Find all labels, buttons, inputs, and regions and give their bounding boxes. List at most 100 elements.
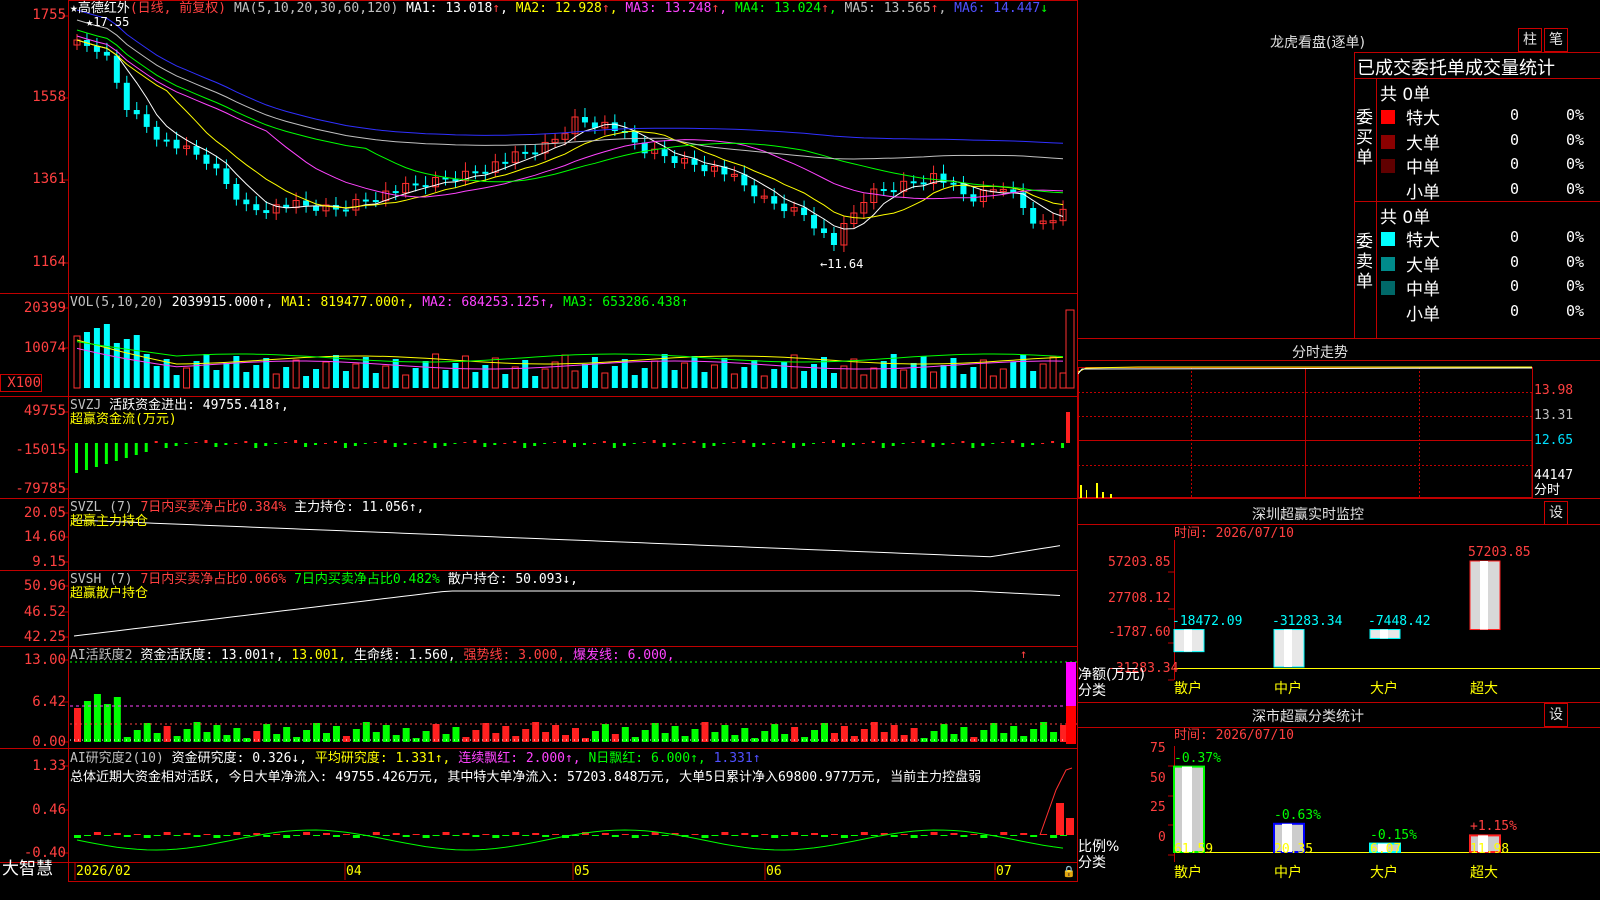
order-size-label: 中单 [1406, 158, 1440, 178]
intraday-title[interactable]: 分时走势 [1292, 342, 1348, 362]
classify-change-label: -0.63% [1274, 807, 1321, 823]
candle-body [233, 184, 240, 200]
volume-bar [332, 355, 339, 388]
volume-bar [73, 335, 81, 389]
volume-bar [402, 374, 410, 389]
ai1-bar [213, 725, 221, 742]
volume-bar [103, 324, 110, 388]
order-size-swatch [1381, 256, 1395, 271]
svzj-bar [991, 443, 995, 444]
svzj-bar [692, 441, 696, 443]
candle-body [532, 152, 539, 155]
svzj-bar [274, 443, 278, 444]
classify-title: 深市超赢分类统计 [1252, 709, 1364, 725]
volume-bar [362, 357, 369, 388]
svzj-bar [812, 443, 816, 444]
ai2-bar [422, 835, 430, 838]
svzj-bar [841, 443, 845, 447]
svzj-bar [642, 442, 646, 443]
classify-bar-highlight [1182, 766, 1192, 852]
ai1-bar [502, 726, 510, 742]
ai2-bar [542, 835, 550, 837]
svzj-bar [503, 443, 507, 444]
order-size-swatch [1381, 305, 1395, 320]
ai2-bar [771, 835, 779, 838]
svzj-bar [602, 441, 606, 443]
intraday-y-label: 13.98 [1534, 383, 1574, 398]
monitor-value-label: -18472.09 [1172, 613, 1243, 629]
svzj-bar [393, 443, 397, 447]
svzj-bar [473, 440, 477, 443]
ai2-bar [163, 832, 171, 835]
lock-icon[interactable]: 🔒 [1062, 864, 1076, 879]
candle-body [771, 196, 778, 204]
volume-bar [283, 367, 290, 388]
classify-settings-button[interactable]: 设 [1544, 703, 1568, 727]
ai2-bar [382, 835, 390, 836]
order-size-label: 小单 [1406, 182, 1440, 203]
svzj-bar [772, 443, 776, 444]
candle-body [880, 189, 887, 191]
vol-ma-line [76, 341, 1064, 363]
ai1-bar [1060, 725, 1068, 742]
ai1-bar [631, 737, 639, 742]
period-label: (日线, 前复权) [129, 1, 227, 16]
candle-body [890, 190, 897, 193]
ai2-bar [1050, 835, 1058, 838]
ai1-bar [143, 723, 151, 742]
svzj-bar [1011, 440, 1015, 443]
svzj-bar [343, 443, 347, 448]
monitor-category-label: 大户 [1370, 681, 1398, 697]
ai2-bar [412, 834, 420, 835]
ai2-bar [960, 835, 968, 837]
ai2-bar [143, 835, 151, 838]
bar-mode-button[interactable]: 柱 [1518, 28, 1542, 52]
ai2-bar [103, 835, 111, 836]
indicator-lines [73, 9, 1074, 851]
svzj-bar [712, 443, 716, 446]
svzj-bar [453, 443, 457, 444]
tick-mode-button[interactable]: 笔 [1544, 28, 1568, 52]
main-chart-area[interactable]: ↑ 1755 1558 1361 1164 20399 10074 X100 4… [0, 0, 1078, 900]
ai2-bar [741, 833, 749, 835]
volume-bar [771, 369, 778, 388]
svzj-bar [333, 441, 337, 443]
monitor-settings-button[interactable]: 设 [1544, 501, 1568, 525]
ai2-bar [900, 834, 908, 835]
ai1-bar [671, 726, 679, 742]
ai2-bar [890, 835, 898, 837]
candle-body [193, 146, 200, 155]
ai1-bar [1000, 733, 1008, 742]
volume-bar [741, 367, 748, 388]
svzj-bar [861, 443, 865, 444]
ai1-bar [552, 725, 560, 742]
stock-name[interactable]: ★高德红外 [70, 1, 130, 16]
ai2-bar [950, 833, 958, 835]
ai2-bar [342, 834, 350, 835]
ai1-bar [1040, 722, 1048, 742]
volume-bar [1065, 309, 1075, 389]
ai1-bar [492, 733, 500, 742]
order-size-label: 特大 [1406, 231, 1440, 251]
svzj-bar [94, 443, 98, 467]
ai2-bar [93, 832, 101, 835]
ai2-bar [213, 835, 221, 838]
svzj-bar [224, 443, 228, 445]
candle-body [203, 154, 210, 164]
svzl-subtitle: 超赢主力持仓 [70, 514, 149, 529]
monitor-bar-highlight [1380, 629, 1388, 639]
volume-bar [163, 359, 170, 388]
sell-orders-label: 委卖单 [1356, 232, 1373, 292]
monitor-category-label: 散户 [1174, 681, 1202, 697]
ma-line [76, 29, 1064, 194]
ma1-label: MA1: 13.018↑, [406, 1, 508, 16]
ai2-bar [462, 833, 470, 835]
ai2-bar [1020, 833, 1028, 835]
classify-value-label: 6.07 [1370, 842, 1402, 857]
ai2-bar [233, 832, 241, 835]
right-panel-frame [1078, 52, 1600, 862]
svzj-bar [752, 443, 756, 447]
ai2-bar [821, 835, 828, 837]
ai1-bar [691, 729, 699, 742]
candle-body [811, 215, 818, 229]
